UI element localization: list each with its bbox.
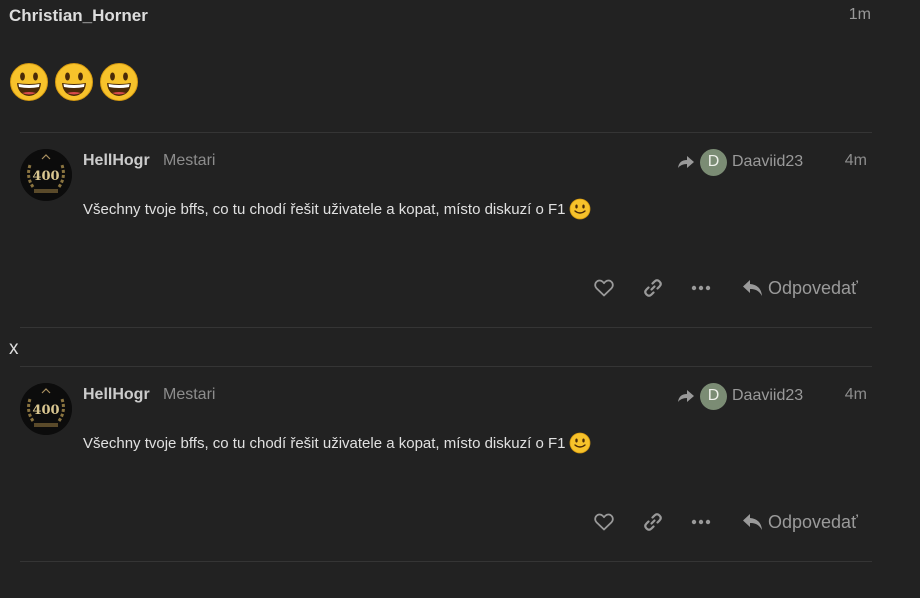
reply-to-avatar: D (700, 382, 727, 410)
slightly-smiling-face-icon (569, 198, 591, 220)
post-actions: Odpovedať (592, 273, 872, 303)
quote-body: Všechny tvoje bffs, co tu chodí řešit už… (83, 198, 591, 220)
reply-button[interactable]: Odpovedať (742, 273, 858, 303)
grinning-face-icon (54, 62, 94, 102)
post-author-name[interactable]: Christian_Horner (9, 6, 148, 26)
laurel-badge-icon: 400 (20, 383, 72, 435)
separator-text: x (9, 338, 19, 359)
quote-author-name[interactable]: HellHogr (83, 152, 150, 170)
reply-to-username: Daaviid23 (732, 153, 804, 170)
grinning-face-icon (99, 62, 139, 102)
link-icon (644, 513, 662, 531)
reply-arrow-icon (743, 514, 762, 530)
copy-link-button[interactable] (643, 273, 663, 303)
reply-to-avatar: D (700, 148, 727, 176)
reply-label: Odpovedať (768, 277, 858, 298)
copy-link-button[interactable] (643, 507, 663, 537)
reply-to-indicator[interactable]: D Daaviid23 (677, 382, 803, 410)
more-options-button[interactable] (691, 507, 711, 537)
user-group-label[interactable]: Mestari (163, 152, 215, 170)
ellipsis-icon (691, 285, 711, 291)
avatar[interactable]: 400 (20, 149, 72, 201)
svg-text:400: 400 (32, 403, 59, 418)
heart-icon (594, 513, 614, 531)
post-emoji-row (9, 62, 139, 104)
like-button[interactable] (594, 273, 614, 303)
quote-timestamp[interactable]: 4m (845, 152, 867, 170)
avatar[interactable]: 400 (20, 383, 72, 435)
post-actions: Odpovedať (592, 507, 872, 537)
post-timestamp[interactable]: 1m (849, 6, 871, 24)
quote-body: Všechny tvoje bffs, co tu chodí řešit už… (83, 432, 591, 454)
svg-text:400: 400 (32, 169, 59, 184)
quote-text: Všechny tvoje bffs, co tu chodí řešit už… (83, 434, 566, 452)
reply-to-indicator[interactable]: D Daaviid23 (677, 148, 803, 176)
slightly-smiling-face-icon (569, 432, 591, 454)
ellipsis-icon (691, 519, 711, 525)
grinning-face-icon (9, 62, 49, 102)
reply-button[interactable]: Odpovedať (742, 507, 858, 537)
quote-divider (20, 561, 872, 562)
heart-icon (594, 279, 614, 297)
quoted-post: 400 HellHogr Mestari D Daaviid23 4m Všec… (20, 132, 872, 326)
like-button[interactable] (594, 507, 614, 537)
quote-divider (20, 327, 872, 328)
share-arrow-icon (678, 156, 694, 168)
quote-author-name[interactable]: HellHogr (83, 386, 150, 404)
more-options-button[interactable] (691, 273, 711, 303)
reply-label: Odpovedať (768, 511, 858, 532)
quote-text: Všechny tvoje bffs, co tu chodí řešit už… (83, 200, 566, 218)
quote-timestamp[interactable]: 4m (845, 386, 867, 404)
post-header: Christian_Horner 1m (9, 6, 873, 26)
reply-arrow-icon (743, 280, 762, 296)
reply-to-username: Daaviid23 (732, 387, 804, 404)
link-icon (644, 279, 662, 297)
quoted-post: 400 HellHogr Mestari D Daaviid23 4m Všec… (20, 366, 872, 560)
laurel-badge-icon: 400 (20, 149, 72, 201)
share-arrow-icon (678, 390, 694, 402)
user-group-label[interactable]: Mestari (163, 386, 215, 404)
